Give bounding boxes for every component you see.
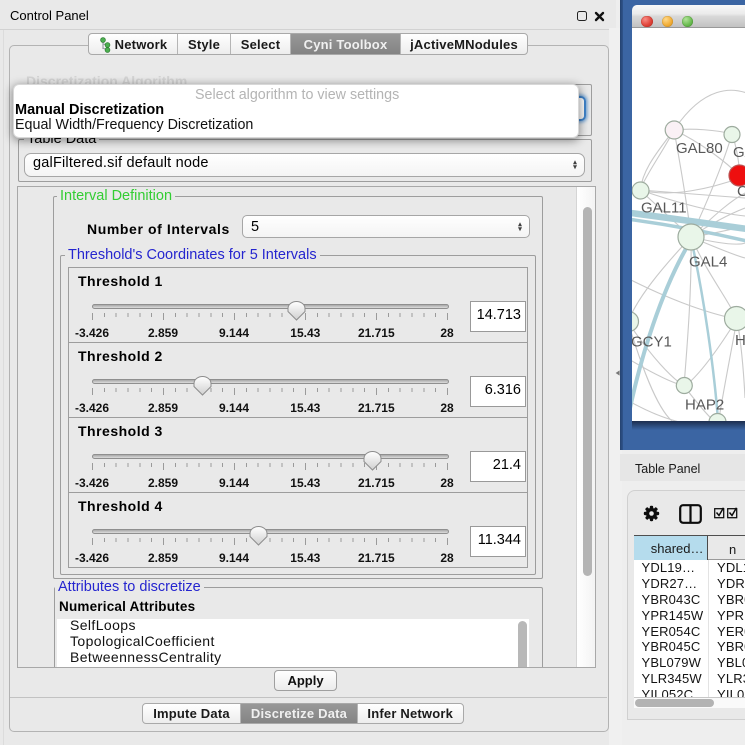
svg-text:C: C <box>737 183 745 200</box>
svg-text:GCY1: GCY1 <box>632 334 672 351</box>
svg-text:GAL80: GAL80 <box>676 140 723 157</box>
svg-text:GAL4: GAL4 <box>689 254 727 271</box>
svg-text:HAP2: HAP2 <box>685 397 724 414</box>
svg-text:GAL11: GAL11 <box>641 200 687 217</box>
svg-text:H: H <box>735 332 745 349</box>
svg-text:GA: GA <box>733 144 745 161</box>
